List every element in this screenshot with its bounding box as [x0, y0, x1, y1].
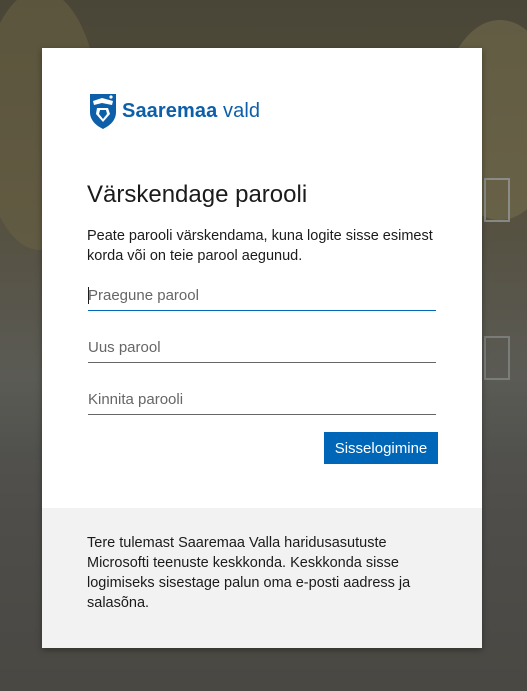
- saaremaa-coat-of-arms-icon: [90, 94, 116, 129]
- brand-name-light: vald: [223, 99, 261, 122]
- organization-logo: Saaremaa vald: [88, 92, 260, 130]
- confirm-password-input[interactable]: [88, 384, 436, 415]
- current-password-input[interactable]: [88, 280, 436, 311]
- sign-in-button[interactable]: Sisselogimine: [324, 432, 438, 464]
- login-card: Saaremaa vald Värskendage parooli Peate …: [42, 48, 482, 648]
- page-title: Värskendage parooli: [87, 181, 308, 208]
- brand-name-bold: Saaremaa: [122, 99, 218, 122]
- info-footer: Tere tulemast Saaremaa Valla haridusasut…: [42, 508, 482, 648]
- form-description: Peate parooli värskendama, kuna logite s…: [87, 228, 433, 264]
- footer-text: Tere tulemast Saaremaa Valla haridusasut…: [87, 535, 411, 611]
- text-caret: [88, 287, 89, 304]
- brand-name: Saaremaa vald: [122, 100, 260, 123]
- new-password-input[interactable]: [88, 332, 436, 363]
